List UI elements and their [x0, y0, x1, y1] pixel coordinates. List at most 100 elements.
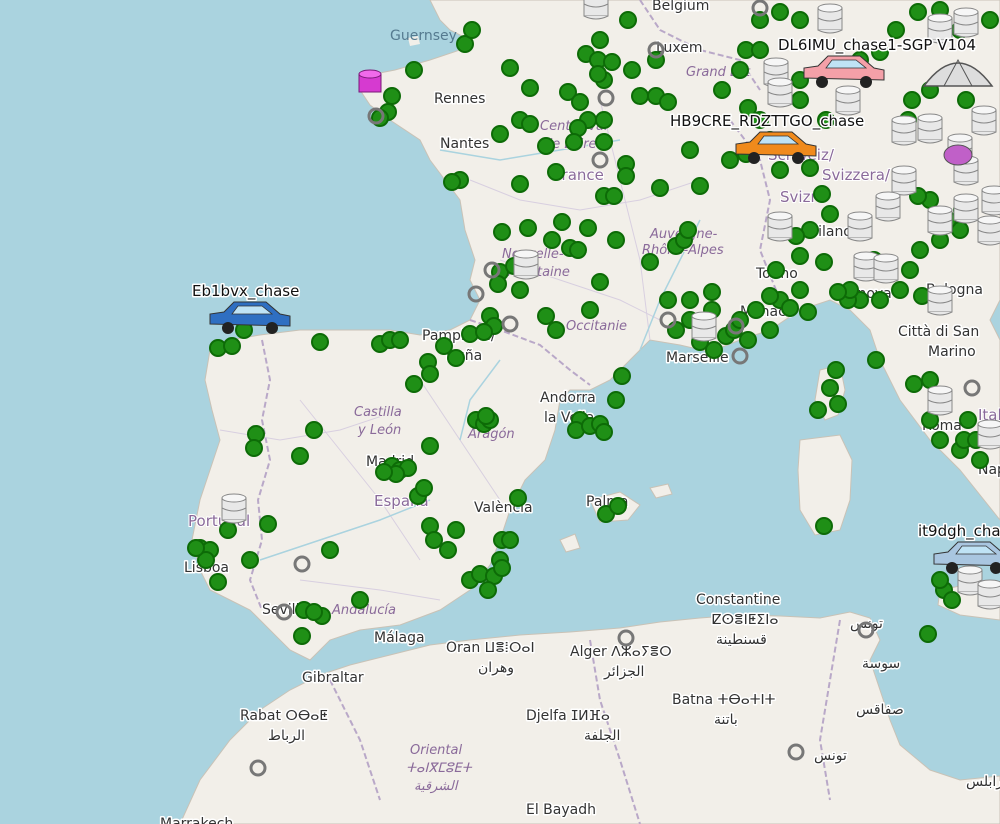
station-dot[interactable]: [911, 241, 929, 259]
station-dot[interactable]: [579, 219, 597, 237]
station-dot[interactable]: [305, 421, 323, 439]
station-dot[interactable]: [321, 541, 339, 559]
station-dot[interactable]: [479, 581, 497, 599]
station-dot[interactable]: [375, 463, 393, 481]
station-dot[interactable]: [827, 361, 845, 379]
station-dot[interactable]: [791, 11, 809, 29]
database-icon[interactable]: [927, 285, 953, 316]
station-dot[interactable]: [761, 287, 779, 305]
station-dot[interactable]: [931, 431, 949, 449]
station-dot[interactable]: [691, 177, 709, 195]
station-dot[interactable]: [603, 53, 621, 71]
station-dot[interactable]: [813, 185, 831, 203]
database-icon[interactable]: [583, 0, 609, 20]
station-dot[interactable]: [501, 59, 519, 77]
station-dot[interactable]: [591, 273, 609, 291]
station-dot[interactable]: [595, 133, 613, 151]
station-dot[interactable]: [809, 401, 827, 419]
station-dot[interactable]: [595, 423, 613, 441]
database-icon[interactable]: [981, 185, 1000, 216]
station-dot[interactable]: [799, 303, 817, 321]
station-dot[interactable]: [537, 307, 555, 325]
map-canvas[interactable]: Guernsey FranceEspañaPortugalItaliaSchwe…: [0, 0, 1000, 824]
station-dot[interactable]: [581, 301, 599, 319]
station-dot[interactable]: [521, 79, 539, 97]
station-dot[interactable]: [605, 187, 623, 205]
station-dot[interactable]: [547, 163, 565, 181]
station-dot[interactable]: [815, 253, 833, 271]
station-dot[interactable]: [771, 3, 789, 21]
database-icon[interactable]: [977, 579, 1000, 610]
station-dot[interactable]: [651, 179, 669, 197]
station-dot[interactable]: [767, 261, 785, 279]
station-dot[interactable]: [821, 379, 839, 397]
station-dot[interactable]: [867, 351, 885, 369]
database-icon[interactable]: [953, 193, 979, 224]
station-dot[interactable]: [815, 517, 833, 535]
station-dot[interactable]: [871, 291, 889, 309]
station-dot[interactable]: [223, 337, 241, 355]
station-dot[interactable]: [425, 531, 443, 549]
station-dot[interactable]: [703, 283, 721, 301]
station-dot[interactable]: [791, 281, 809, 299]
station-dot[interactable]: [679, 221, 697, 239]
station-dot[interactable]: [609, 497, 627, 515]
station-dot[interactable]: [631, 87, 649, 105]
station-dot[interactable]: [383, 87, 401, 105]
station-dot[interactable]: [681, 141, 699, 159]
station-dot[interactable]: [617, 167, 635, 185]
station-dot[interactable]: [511, 175, 529, 193]
station-dot[interactable]: [241, 551, 259, 569]
station-dot[interactable]: [463, 21, 481, 39]
station-dot[interactable]: [421, 437, 439, 455]
station-dot[interactable]: [919, 625, 937, 643]
station-dot[interactable]: [493, 223, 511, 241]
station-dot[interactable]: [751, 41, 769, 59]
database-icon[interactable]: [691, 311, 717, 342]
station-dot[interactable]: [259, 515, 277, 533]
station-dot[interactable]: [713, 81, 731, 99]
database-icon[interactable]: [891, 165, 917, 196]
station-dot[interactable]: [351, 591, 369, 609]
station-dot[interactable]: [501, 531, 519, 549]
station-dot[interactable]: [311, 333, 329, 351]
station-dot[interactable]: [731, 61, 749, 79]
station-dot[interactable]: [981, 11, 999, 29]
station-dot[interactable]: [519, 219, 537, 237]
database-icon[interactable]: [847, 211, 873, 242]
station-dot[interactable]: [521, 115, 539, 133]
station-dot[interactable]: [421, 365, 439, 383]
station-dot[interactable]: [971, 451, 989, 469]
station-dot[interactable]: [565, 133, 583, 151]
station-dot[interactable]: [619, 11, 637, 29]
station-dot[interactable]: [943, 591, 961, 609]
station-dot[interactable]: [801, 159, 819, 177]
station-dot[interactable]: [667, 321, 685, 339]
database-icon[interactable]: [927, 205, 953, 236]
station-dot[interactable]: [791, 247, 809, 265]
station-dot[interactable]: [491, 125, 509, 143]
station-dot[interactable]: [187, 539, 205, 557]
station-dot[interactable]: [537, 137, 555, 155]
station-dot[interactable]: [293, 627, 311, 645]
station-dot[interactable]: [623, 61, 641, 79]
station-dot[interactable]: [891, 281, 909, 299]
database-icon[interactable]: [971, 105, 997, 136]
station-dot[interactable]: [553, 213, 571, 231]
station-dot[interactable]: [391, 331, 409, 349]
station-dot[interactable]: [659, 93, 677, 111]
station-dot[interactable]: [447, 349, 465, 367]
station-dot[interactable]: [591, 31, 609, 49]
station-dot[interactable]: [821, 205, 839, 223]
station-dot[interactable]: [209, 573, 227, 591]
database-icon[interactable]: [767, 77, 793, 108]
database-icon[interactable]: [977, 419, 1000, 450]
station-dot[interactable]: [761, 321, 779, 339]
station-dot[interactable]: [957, 91, 975, 109]
station-dot[interactable]: [439, 541, 457, 559]
database-icon[interactable]: [927, 385, 953, 416]
station-dot[interactable]: [681, 291, 699, 309]
station-dot[interactable]: [511, 281, 529, 299]
station-dot[interactable]: [901, 261, 919, 279]
station-dot[interactable]: [475, 323, 493, 341]
